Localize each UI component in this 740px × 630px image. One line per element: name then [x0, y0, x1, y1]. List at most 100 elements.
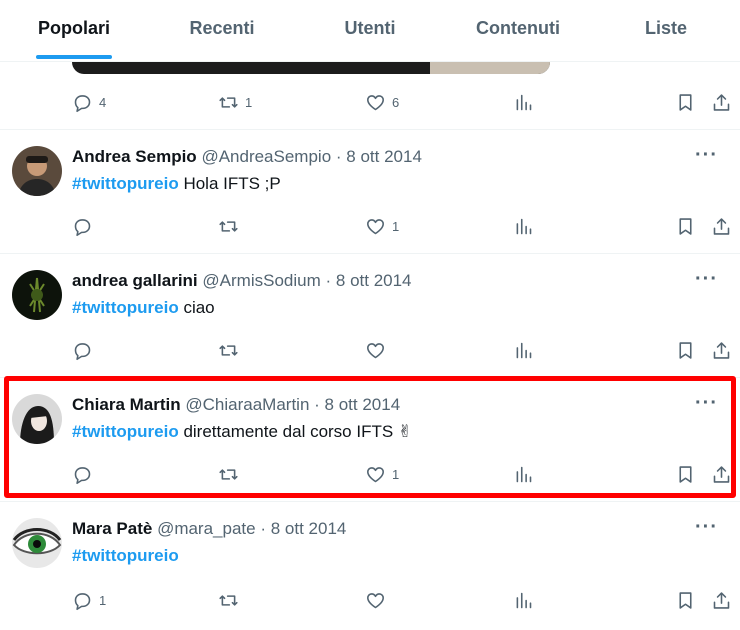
retweet-button[interactable]	[218, 464, 245, 485]
tab-label: Utenti	[344, 18, 396, 38]
author-handle[interactable]: @mara_pate	[157, 519, 256, 538]
tweet-item[interactable]: andrea gallarini @ArmisSodium · 8 ott 20…	[0, 253, 740, 377]
bookmark-button[interactable]	[675, 92, 696, 113]
tab-label: Liste	[644, 18, 687, 38]
tab-contenuti[interactable]: Contenuti	[444, 0, 592, 61]
avatar[interactable]	[12, 270, 62, 320]
views-button[interactable]	[513, 92, 534, 113]
tweet-text: #twittopureio direttamente dal corso IFT…	[72, 422, 412, 442]
search-tabs: Popolari Recenti Utenti Contenuti Liste	[0, 0, 740, 62]
tweet-media-partial[interactable]	[72, 62, 550, 74]
share-icon	[713, 591, 730, 609]
more-icon[interactable]: ···	[695, 144, 718, 167]
bookmark-button[interactable]	[675, 590, 696, 611]
like-button[interactable]: 6	[365, 92, 399, 113]
reply-button[interactable]	[72, 216, 99, 237]
bookmark-icon	[679, 93, 692, 111]
reply-icon	[74, 94, 91, 112]
bookmark-icon	[679, 341, 692, 359]
share-icon	[713, 465, 730, 483]
tweet-header: andrea gallarini @ArmisSodium · 8 ott 20…	[72, 271, 412, 291]
share-button[interactable]	[711, 216, 732, 237]
views-button[interactable]	[513, 590, 534, 611]
author-handle[interactable]: @AndreaSempio	[201, 147, 331, 166]
reply-icon	[74, 342, 91, 360]
tab-recenti[interactable]: Recenti	[148, 0, 296, 61]
reply-button[interactable]	[72, 340, 99, 361]
views-button[interactable]	[513, 216, 534, 237]
retweet-button[interactable]: 1	[218, 92, 252, 113]
bookmark-icon	[679, 465, 692, 483]
views-icon	[516, 466, 532, 482]
share-button[interactable]	[711, 464, 732, 485]
tweet-date[interactable]: 8 ott 2014	[346, 147, 422, 166]
tweet-item[interactable]: Mara Patè @mara_pate · 8 ott 2014 ··· #t…	[0, 501, 740, 630]
retweet-button[interactable]	[218, 590, 245, 611]
author-name[interactable]: Andrea Sempio	[72, 147, 197, 166]
author-name[interactable]: Chiara Martin	[72, 395, 181, 414]
avatar[interactable]	[12, 394, 62, 444]
avatar[interactable]	[12, 146, 62, 196]
like-button[interactable]	[365, 590, 392, 611]
retweet-count: 1	[245, 94, 253, 110]
views-icon	[516, 218, 532, 234]
like-button[interactable]: 1	[365, 464, 399, 485]
tweet-date[interactable]: 8 ott 2014	[325, 395, 401, 414]
like-icon	[367, 466, 384, 482]
tweet-item[interactable]: Chiara Martin @ChiaraaMartin · 8 ott 201…	[0, 377, 740, 501]
bookmark-button[interactable]	[675, 464, 696, 485]
tab-liste[interactable]: Liste	[592, 0, 740, 61]
tweet-actions: 1	[72, 588, 730, 612]
more-icon[interactable]: ···	[695, 268, 718, 291]
tab-label: Contenuti	[476, 18, 560, 38]
like-count: 6	[392, 94, 400, 110]
tweet-date[interactable]: 8 ott 2014	[336, 271, 412, 290]
author-handle[interactable]: @ChiaraaMartin	[185, 395, 309, 414]
tweet-header: Andrea Sempio @AndreaSempio · 8 ott 2014	[72, 147, 422, 167]
reply-button[interactable]: 4	[72, 92, 106, 113]
views-button[interactable]	[513, 340, 534, 361]
share-button[interactable]	[711, 340, 732, 361]
like-icon	[367, 342, 384, 358]
tweet-header: Chiara Martin @ChiaraaMartin · 8 ott 201…	[72, 395, 400, 415]
more-icon[interactable]: ···	[695, 392, 718, 415]
hashtag-link[interactable]: #twittopureio	[72, 422, 179, 441]
retweet-icon	[219, 594, 238, 606]
like-button[interactable]	[365, 340, 392, 361]
bookmark-button[interactable]	[675, 216, 696, 237]
share-button[interactable]	[711, 92, 732, 113]
separator: ·	[260, 519, 266, 538]
retweet-button[interactable]	[218, 216, 245, 237]
tweet-body: direttamente dal corso IFTS ✌	[178, 422, 413, 441]
hashtag-link[interactable]: #twittopureio	[72, 298, 179, 317]
share-icon	[713, 217, 730, 235]
views-icon	[516, 592, 532, 608]
bookmark-button[interactable]	[675, 340, 696, 361]
hashtag-link[interactable]: #twittopureio	[72, 546, 179, 565]
tab-utenti[interactable]: Utenti	[296, 0, 444, 61]
tweet-date[interactable]: 8 ott 2014	[271, 519, 347, 538]
views-button[interactable]	[513, 464, 534, 485]
share-button[interactable]	[711, 590, 732, 611]
reply-button[interactable]	[72, 464, 99, 485]
share-icon	[713, 93, 730, 111]
tweet-actions: 1	[72, 462, 730, 486]
more-icon[interactable]: ···	[695, 516, 718, 539]
hashtag-link[interactable]: #twittopureio	[72, 174, 179, 193]
reply-button[interactable]: 1	[72, 590, 106, 611]
retweet-button[interactable]	[218, 340, 245, 361]
retweet-icon	[219, 344, 238, 356]
retweet-icon	[219, 220, 238, 232]
author-name[interactable]: Mara Patè	[72, 519, 152, 538]
author-name[interactable]: andrea gallarini	[72, 271, 198, 290]
like-button[interactable]: 1	[365, 216, 399, 237]
tab-popolari[interactable]: Popolari	[0, 0, 148, 61]
views-icon	[516, 342, 532, 358]
tweet-item[interactable]: Andrea Sempio @AndreaSempio · 8 ott 2014…	[0, 129, 740, 253]
like-icon	[367, 94, 384, 110]
tweet-text: #twittopureio	[72, 546, 179, 566]
avatar[interactable]	[12, 518, 62, 568]
like-icon	[367, 592, 384, 608]
author-handle[interactable]: @ArmisSodium	[202, 271, 320, 290]
separator: ·	[325, 271, 332, 290]
